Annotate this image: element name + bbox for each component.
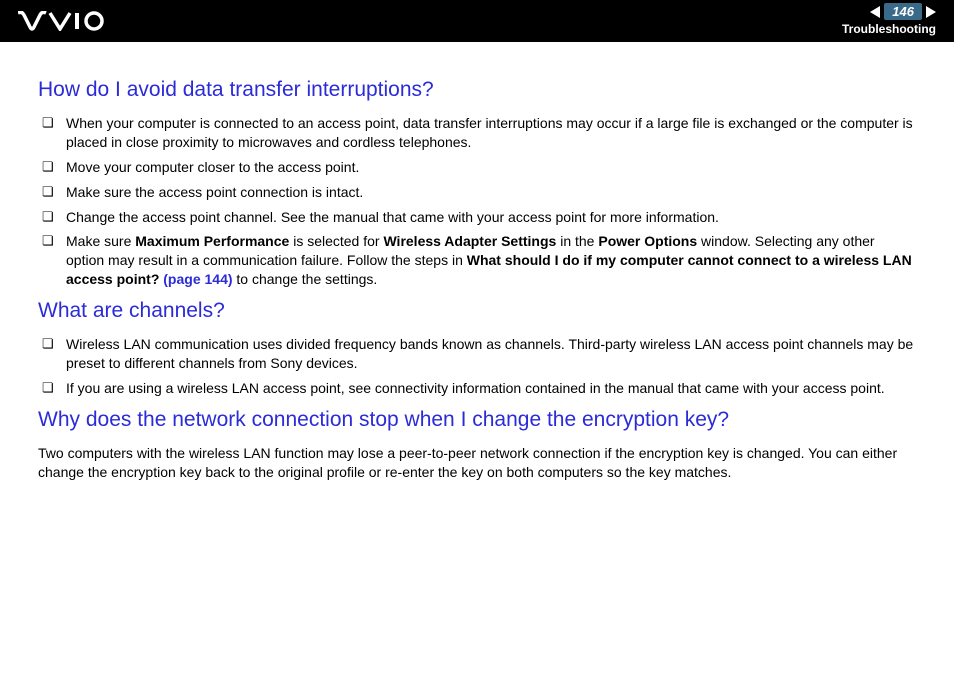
prev-page-arrow-icon[interactable] (870, 6, 880, 18)
section-label: Troubleshooting (842, 22, 936, 36)
heading-data-transfer: How do I avoid data transfer interruptio… (38, 78, 916, 102)
list-item: Change the access point channel. See the… (38, 208, 916, 227)
list-item: Make sure the access point connection is… (38, 183, 916, 202)
page-content: How do I avoid data transfer interruptio… (0, 42, 954, 500)
body-text: Two computers with the wireless LAN func… (38, 444, 916, 482)
page-navigation: 146 (870, 3, 936, 20)
bold-text: Maximum Performance (135, 233, 289, 249)
text: to change the settings. (233, 271, 378, 287)
list-item: When your computer is connected to an ac… (38, 114, 916, 152)
list-channels: Wireless LAN communication uses divided … (38, 335, 916, 398)
next-page-arrow-icon[interactable] (926, 6, 936, 18)
page-header: 146 Troubleshooting (0, 0, 954, 42)
bold-text: Wireless Adapter Settings (383, 233, 556, 249)
page-number-badge: 146 (884, 3, 922, 20)
page-link[interactable]: (page 144) (159, 271, 232, 287)
list-item: Make sure Maximum Performance is selecte… (38, 232, 916, 289)
list-item: Wireless LAN communication uses divided … (38, 335, 916, 373)
list-item: Move your computer closer to the access … (38, 158, 916, 177)
heading-channels: What are channels? (38, 299, 916, 323)
text: Make sure (66, 233, 135, 249)
bold-text: Power Options (598, 233, 697, 249)
list-item: If you are using a wireless LAN access p… (38, 379, 916, 398)
vaio-logo (18, 11, 108, 31)
text: in the (556, 233, 598, 249)
list-data-transfer: When your computer is connected to an ac… (38, 114, 916, 289)
page-number: 146 (892, 4, 914, 19)
heading-encryption: Why does the network connection stop whe… (38, 408, 916, 432)
text: is selected for (289, 233, 383, 249)
